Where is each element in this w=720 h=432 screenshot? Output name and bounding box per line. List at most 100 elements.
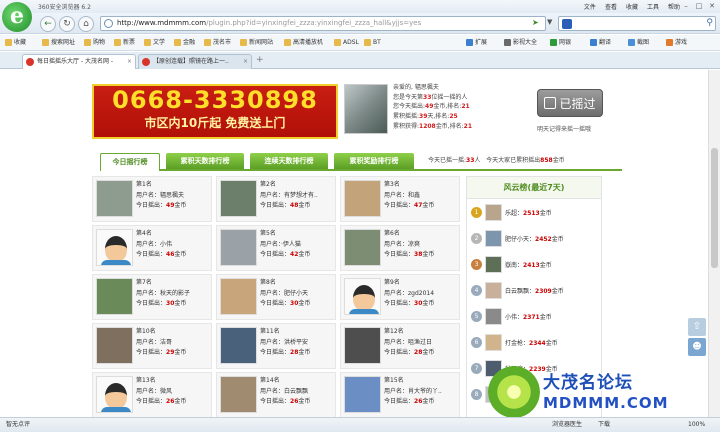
menu-favorites[interactable]: 收藏 (626, 2, 638, 11)
user-icon[interactable]: ☻ (688, 338, 706, 356)
avatar[interactable] (344, 278, 381, 315)
new-tab-icon[interactable]: + (256, 55, 264, 65)
fame-row[interactable]: 5 小伟：2371金币 (471, 307, 601, 327)
tab-inactive[interactable]: 【原创连载】照镜在路上一.. × (138, 54, 252, 69)
bookmark-item[interactable]: 金融 (174, 35, 195, 50)
close-icon[interactable]: ✕ (707, 1, 717, 11)
toolbar-video[interactable]: 影视大全 (504, 35, 537, 50)
toolbar-translate[interactable]: 翻译 (590, 35, 611, 50)
bookmark-item[interactable]: 文学 (144, 35, 165, 50)
user-card[interactable]: 第4名 用户名：小伟 今日摇出：46金币 (92, 225, 212, 271)
vertical-scrollbar[interactable] (708, 70, 720, 417)
user-card[interactable]: 第13名 用户名：微风 今日摇出：26金币 (92, 372, 212, 417)
avatar[interactable] (485, 308, 502, 325)
bookmark-item[interactable]: 新票 (114, 35, 135, 50)
avatar[interactable] (344, 180, 381, 217)
fame-row[interactable]: 3 嶽南：2413金币 (471, 255, 601, 275)
avatar[interactable] (344, 229, 381, 266)
fame-row[interactable]: 1 乐超：2513金币 (471, 203, 601, 223)
bookmark-item[interactable]: 茂名市 (204, 35, 231, 50)
user-card[interactable]: 第12名 用户名：咀渔过日 今日摇出：28金币 (340, 323, 460, 369)
bookmark-item[interactable]: 收藏 (5, 35, 26, 50)
menu-help[interactable]: 帮助 (668, 2, 680, 11)
user-card[interactable]: 第5名 用户名：·伊人猫 今日摇出：42金币 (216, 225, 336, 271)
tab-bar: 每日摇摇乐大厅 - 大茂名网 - × 【原创连载】照镜在路上一.. × + (0, 52, 720, 69)
minimize-icon[interactable]: – (681, 1, 691, 11)
user-card[interactable]: 第2名 用户名：有梦想才有.. 今日摇出：48金币 (216, 176, 336, 222)
medal-icon: 2 (471, 233, 482, 244)
status-doctor[interactable]: 浏览器医生 (552, 418, 582, 432)
avatar[interactable] (485, 204, 502, 221)
user-card[interactable]: 第11名 用户名：洪桥平安 今日摇出：28金币 (216, 323, 336, 369)
tab-close-icon[interactable]: × (243, 55, 248, 68)
bookmark-item[interactable]: 搜索网址 (42, 35, 75, 50)
avatar[interactable] (485, 230, 502, 247)
avatar[interactable] (96, 229, 133, 266)
avatar[interactable] (96, 180, 133, 217)
banner-tagline: 市区内10斤起 免费送上门 (144, 116, 286, 130)
shake-icon (544, 97, 557, 109)
menu-tools[interactable]: 工具 (647, 2, 659, 11)
fame-row[interactable]: 2 肥仔小天：2452金币 (471, 229, 601, 249)
maximize-icon[interactable]: □ (694, 1, 704, 11)
user-card[interactable]: 第6名 用户名：凉爽 今日摇出：38金币 (340, 225, 460, 271)
tab-today-rank[interactable]: 今日摇行榜 (100, 153, 160, 171)
avatar[interactable] (220, 180, 257, 217)
browser-logo-icon[interactable]: e (2, 2, 32, 32)
tab-streak-rank[interactable]: 连续天数排行榜 (250, 153, 328, 169)
avatar[interactable] (485, 334, 502, 351)
user-card[interactable]: 第10名 用户名：洁哥 今日摇出：29金币 (92, 323, 212, 369)
tab-total-days-rank[interactable]: 累积天数排行榜 (166, 153, 244, 169)
toolbar-bank[interactable]: 网银 (550, 35, 571, 50)
bookmark-item[interactable]: 新闻网站 (240, 35, 273, 50)
ad-banner[interactable]: 0668-3330898 市区内10斤起 免费送上门 (92, 84, 338, 139)
bookmark-item[interactable]: 购物 (84, 35, 105, 50)
avatar[interactable] (485, 282, 502, 299)
shake-button[interactable]: 已摇过 (537, 89, 603, 117)
menu-file[interactable]: 文件 (584, 2, 596, 11)
search-icon[interactable]: ⚲ (706, 18, 713, 28)
go-arrow-icon[interactable]: ➤ (532, 18, 539, 27)
avatar[interactable] (344, 327, 381, 364)
scrollbar-thumb[interactable] (711, 148, 718, 268)
avatar[interactable] (96, 278, 133, 315)
fame-row[interactable]: 6 打金枪：2344金币 (471, 333, 601, 353)
avatar[interactable] (96, 327, 133, 364)
bookmark-item[interactable]: ADSL (334, 35, 359, 50)
search-engine-icon[interactable] (562, 19, 572, 29)
avatar[interactable] (220, 229, 257, 266)
avatar[interactable] (485, 256, 502, 273)
status-zoom[interactable]: 100% (688, 418, 705, 432)
avatar[interactable] (220, 327, 257, 364)
home-icon[interactable]: ⌂ (78, 16, 94, 32)
address-bar[interactable]: http://www.mdmmm.com/plugin.php?id=yinxi… (100, 16, 546, 31)
tab-close-icon[interactable]: × (127, 55, 132, 68)
back-icon[interactable]: ← (40, 16, 56, 32)
avatar[interactable] (220, 376, 257, 413)
chevron-down-icon[interactable]: ▼ (547, 18, 552, 26)
avatar[interactable] (96, 376, 133, 413)
avatar[interactable] (220, 278, 257, 315)
user-card[interactable]: 第3名 用户名：和鑫 今日摇出：47金币 (340, 176, 460, 222)
search-input[interactable]: ⚲ (558, 16, 716, 31)
bookmark-item[interactable]: BT (364, 35, 381, 50)
star-icon (5, 39, 12, 46)
user-card[interactable]: 第9名 用户名：zgd2014 今日摇出：30金币 (340, 274, 460, 320)
avatar[interactable] (344, 376, 381, 413)
user-card[interactable]: 第1名 用户名：辐思楓夫 今日摇出：49金币 (92, 176, 212, 222)
toolbar-extensions[interactable]: 扩展 (466, 35, 487, 50)
toolbar-games[interactable]: 游戏 (666, 35, 687, 50)
toolbar-screenshot[interactable]: 截图 (628, 35, 649, 50)
user-card[interactable]: 第14名 用户名：白云飘飘 今日摇出：26金币 (216, 372, 336, 417)
tab-reward-rank[interactable]: 累积奖励排行榜 (334, 153, 414, 169)
back-to-top-icon[interactable]: ⇧ (688, 318, 706, 336)
tab-active[interactable]: 每日摇摇乐大厅 - 大茂名网 - × (22, 54, 136, 69)
user-card[interactable]: 第15名 用户名：肖大爷的丫.. 今日摇出：26金币 (340, 372, 460, 417)
bookmark-item[interactable]: 高清播放机 (284, 35, 323, 50)
user-card[interactable]: 第7名 用户名：秋天的影子 今日摇出：30金币 (92, 274, 212, 320)
fame-row[interactable]: 4 白云飘飘：2309金币 (471, 281, 601, 301)
refresh-icon[interactable]: ↻ (59, 16, 75, 32)
menu-view[interactable]: 查看 (605, 2, 617, 11)
user-card[interactable]: 第8名 用户名：肥仔小天 今日摇出：30金币 (216, 274, 336, 320)
status-download[interactable]: 下载 (598, 418, 610, 432)
